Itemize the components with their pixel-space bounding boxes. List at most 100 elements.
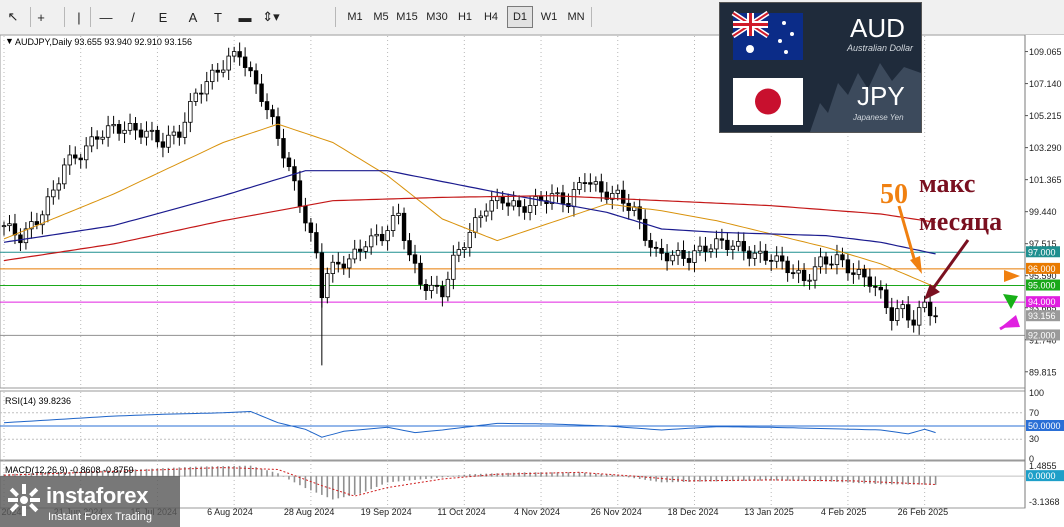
date-tick-label: 4 Nov 2024 <box>514 507 560 517</box>
instaforex-logo: instaforex Instant Forex Trading <box>0 476 180 527</box>
timeframe-d1-button[interactable]: D1 <box>507 6 533 28</box>
crosshair-tool-button[interactable]: + <box>30 6 52 28</box>
candle-body <box>171 131 177 136</box>
text-tool-button[interactable]: A <box>182 6 204 28</box>
candle-body <box>116 124 122 134</box>
candle-body <box>560 192 566 204</box>
timeframe-m15-button[interactable]: M15 <box>394 6 420 28</box>
candle-body <box>89 136 94 147</box>
timeframe-h1-button[interactable]: H1 <box>452 6 478 28</box>
candle-body <box>56 183 61 191</box>
candle-body <box>226 55 231 71</box>
level-price-label: 94.000 <box>1028 297 1056 307</box>
candle-body <box>434 284 440 287</box>
fibonacci-icon: E <box>158 9 168 25</box>
candle-body <box>615 189 620 194</box>
toolbar-separator <box>335 7 336 27</box>
candle-body <box>357 248 363 252</box>
date-tick-label: 18 Dec 2024 <box>667 507 718 517</box>
horizontal-line-tool-button[interactable]: — <box>95 6 117 28</box>
label-tool-button[interactable]: T <box>207 6 229 28</box>
candle-body <box>807 279 812 282</box>
candle-body <box>478 215 483 219</box>
candle-body <box>484 210 489 217</box>
candle-body <box>445 278 451 298</box>
macd-tick-label: 1.4855 <box>1029 461 1057 471</box>
candle-body <box>182 121 188 138</box>
candle-body <box>489 200 494 212</box>
candle-body <box>248 67 253 72</box>
candle-body <box>297 180 303 207</box>
candle-body <box>801 269 807 282</box>
candle-body <box>270 109 275 118</box>
timeframe-m1-button[interactable]: M1 <box>342 6 368 28</box>
timeframe-m5-button[interactable]: M5 <box>368 6 394 28</box>
candle-body <box>105 125 111 138</box>
candle-body <box>527 205 533 213</box>
timeframe-m30-button[interactable]: M30 <box>424 6 450 28</box>
candle-body <box>878 286 883 291</box>
candle-body <box>281 138 286 159</box>
candle-body <box>451 254 456 280</box>
candle-body <box>851 272 856 275</box>
candle-body <box>522 206 527 213</box>
candle-body <box>818 256 823 268</box>
candle-body <box>927 301 933 317</box>
candle-body <box>779 255 785 262</box>
candle-body <box>412 254 418 264</box>
currency-pair-badge: AUD Australian Dollar JPY Japanese Yen <box>719 2 922 133</box>
candle-body <box>692 250 697 263</box>
candle-body <box>193 92 198 102</box>
candle-body <box>763 250 768 261</box>
candle-body <box>774 255 779 262</box>
trendline-tool-button[interactable]: / <box>122 6 144 28</box>
candle-body <box>45 196 51 216</box>
candle-body <box>796 269 801 274</box>
candle-body <box>390 215 396 231</box>
candle-body <box>51 189 56 198</box>
level-price-label: 93.156 <box>1028 311 1056 321</box>
candle-body <box>122 129 127 134</box>
timeframe-w1-button[interactable]: W1 <box>536 6 562 28</box>
candle-body <box>906 304 911 321</box>
candle-body <box>242 56 248 68</box>
candle-body <box>275 116 281 139</box>
candle-body <box>895 308 900 321</box>
candle-body <box>697 245 703 252</box>
shapes-tool-button[interactable]: ▬ <box>234 6 256 28</box>
rsi-tick-label: 30 <box>1029 434 1039 444</box>
candle-body <box>769 259 774 262</box>
cursor-tool-button[interactable]: ↖ <box>2 6 24 28</box>
candle-body <box>188 101 193 123</box>
objects-dropdown-tool-button[interactable]: ⇕▾ <box>260 6 282 28</box>
candle-body <box>166 134 171 148</box>
candle-body <box>664 252 670 262</box>
candle-body <box>67 154 72 166</box>
candle-body <box>588 182 593 185</box>
australia-flag-icon <box>731 10 803 60</box>
candle-body <box>396 212 401 216</box>
candle-body <box>73 154 78 159</box>
candle-body <box>177 131 182 138</box>
candle-body <box>7 223 12 227</box>
candle-body <box>900 304 905 310</box>
candle-body <box>922 301 927 309</box>
candle-body <box>138 129 144 138</box>
vertical-line-tool-button[interactable]: | <box>68 6 90 28</box>
candle-body <box>215 69 220 73</box>
macd-tick-label: -3.1368 <box>1029 497 1060 507</box>
candle-body <box>714 238 719 250</box>
macd-title: MACD(12,26,9) -0.8608 -0.8759 <box>5 465 134 475</box>
candle-body <box>368 235 374 248</box>
timeframe-h4-button[interactable]: H4 <box>478 6 504 28</box>
timeframe-mn-button[interactable]: MN <box>563 6 589 28</box>
candle-body <box>325 273 330 299</box>
horizontal-line-icon: — <box>99 9 113 25</box>
candle-body <box>637 206 642 220</box>
candle-body <box>330 261 335 274</box>
instaforex-logo-icon <box>8 484 40 516</box>
fibonacci-tool-button[interactable]: E <box>152 6 174 28</box>
candle-body <box>462 247 467 250</box>
label-icon: T <box>214 9 222 25</box>
candle-body <box>160 141 166 148</box>
